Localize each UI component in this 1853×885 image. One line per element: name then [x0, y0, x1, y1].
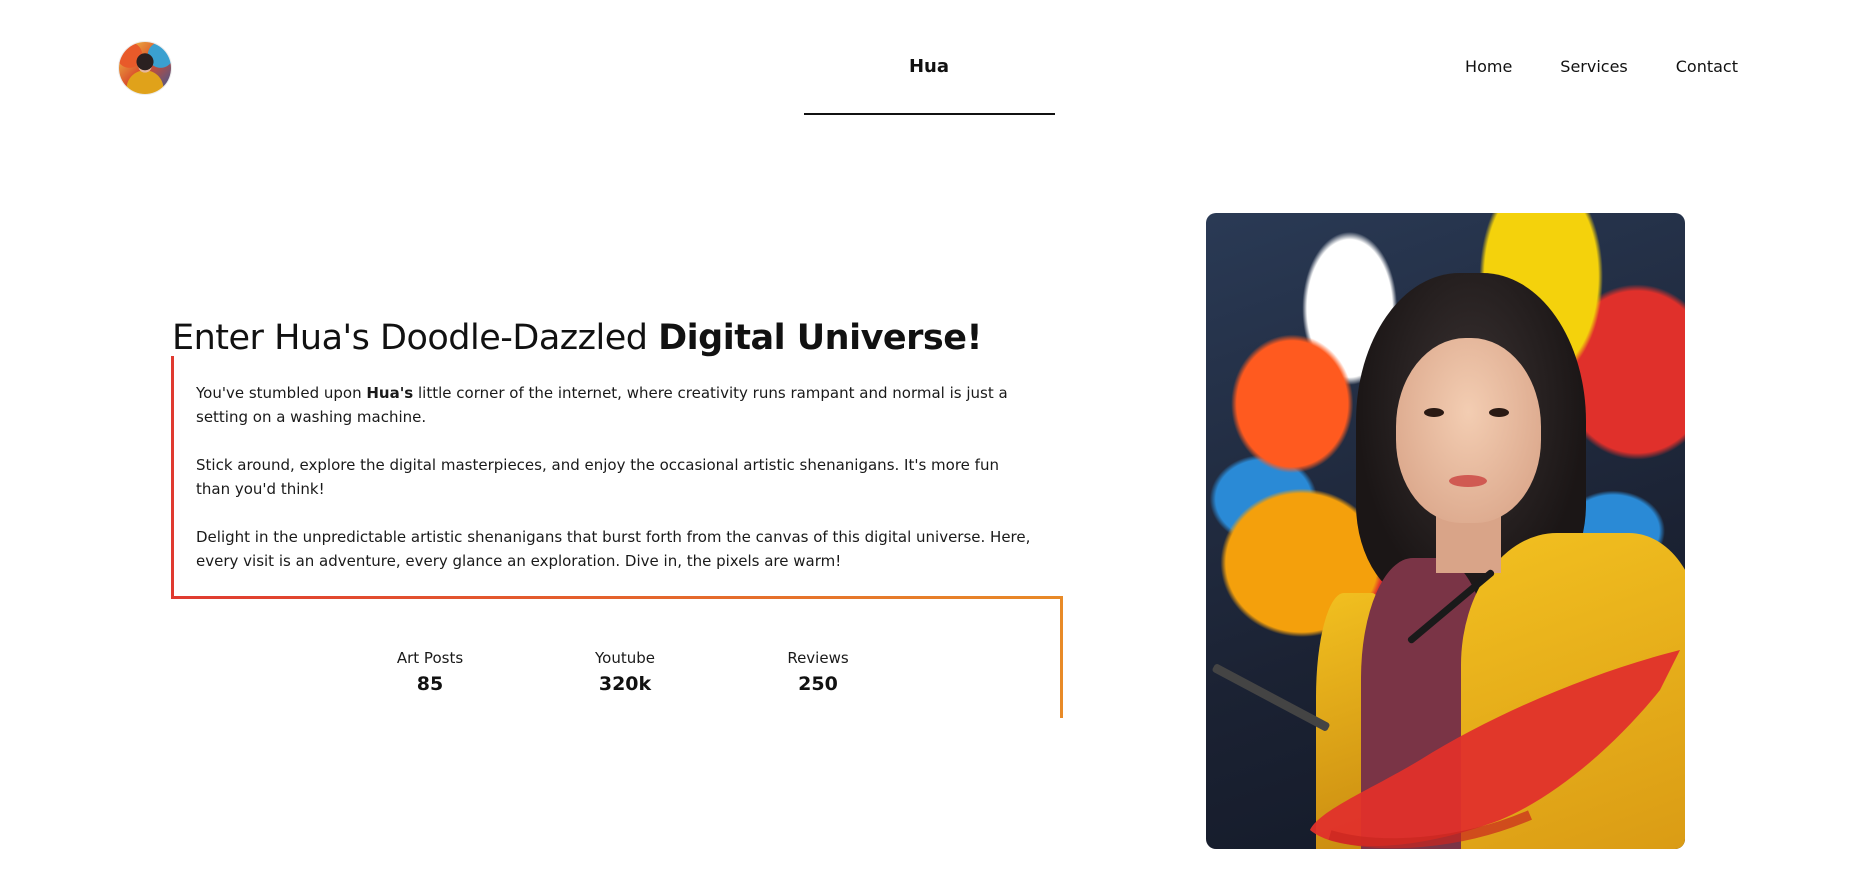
portrait-eye-right: [1489, 408, 1509, 417]
brand-underline: [804, 113, 1055, 115]
stat-label: Reviews: [787, 649, 849, 667]
delight-paragraph: Delight in the unpredictable artistic sh…: [196, 528, 1031, 570]
hero-copy: You've stumbled upon Hua's little corner…: [196, 381, 1036, 573]
stat-art-posts: Art Posts 85: [360, 648, 500, 698]
main-nav: Home Services Contact: [1465, 57, 1738, 76]
hero-title: Enter Hua's Doodle-Dazzled Digital Unive…: [172, 318, 982, 358]
intro-text-start: You've stumbled upon: [196, 384, 367, 402]
portrait-lips: [1449, 475, 1487, 487]
explore-paragraph: Stick around, explore the digital master…: [196, 456, 999, 498]
page: Hua Home Services Contact Enter Hua's Do…: [0, 0, 1853, 885]
nav-services-link[interactable]: Services: [1560, 57, 1627, 76]
stat-value: 320k: [598, 673, 652, 695]
stat-value: 85: [416, 673, 444, 695]
stat-label: Youtube: [595, 649, 655, 667]
artist-portrait-image: [1206, 213, 1685, 849]
nav-contact-link[interactable]: Contact: [1676, 57, 1738, 76]
portrait-eye-left: [1424, 408, 1444, 417]
stat-label: Art Posts: [396, 649, 464, 667]
stat-youtube: Youtube 320k: [555, 648, 695, 698]
intro-text-bold: Hua's: [366, 384, 414, 402]
hero-title-bold: Digital Universe!: [658, 318, 982, 358]
hero-title-light: Enter Hua's Doodle-Dazzled: [172, 318, 659, 358]
accent-border-right: [1060, 596, 1063, 718]
accent-border-bottom: [171, 596, 1063, 599]
intro-paragraph: You've stumbled upon Hua's little corner…: [196, 381, 1036, 429]
portrait-jacket: [1461, 533, 1685, 849]
accent-border-left: [171, 356, 174, 599]
nav-home-link[interactable]: Home: [1465, 57, 1512, 76]
stat-value: 250: [798, 673, 838, 695]
portrait-face: [1396, 338, 1541, 523]
avatar[interactable]: [119, 42, 171, 94]
stat-reviews: Reviews 250: [748, 648, 888, 698]
paintbrush-icon: [1211, 663, 1331, 732]
brand-title[interactable]: Hua: [804, 56, 1054, 77]
